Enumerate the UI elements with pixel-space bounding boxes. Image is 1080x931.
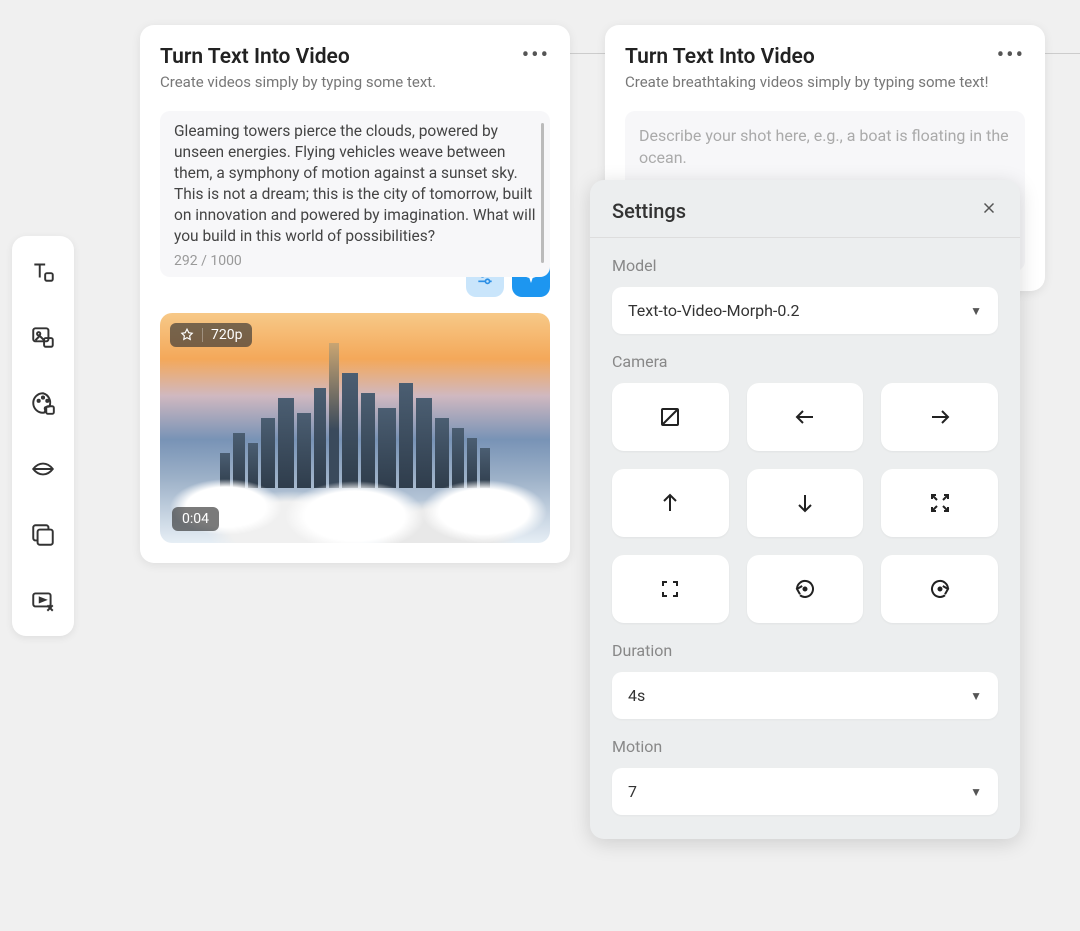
arrow-down-icon (793, 491, 817, 515)
rotate-cw-icon (928, 577, 952, 601)
motion-select[interactable]: 7 ▼ (612, 768, 998, 815)
arrow-right-icon (928, 405, 952, 429)
layers-tool[interactable] (28, 520, 58, 550)
camera-right-button[interactable] (881, 383, 998, 451)
card-header: Turn Text Into Video Create videos simpl… (160, 45, 550, 91)
duration-label: Duration (612, 641, 998, 660)
resolution-label: 720p (211, 327, 242, 343)
card-title: Turn Text Into Video (625, 45, 988, 69)
image-tool[interactable] (28, 322, 58, 352)
none-icon (658, 405, 682, 429)
model-value: Text-to-Video-Morph-0.2 (628, 301, 800, 320)
zoom-in-icon (928, 491, 952, 515)
rotate-ccw-icon (793, 577, 817, 601)
camera-grid (612, 383, 998, 623)
card-header: Turn Text Into Video Create breathtaking… (625, 45, 1025, 91)
prompt-placeholder-text: Describe your shot here, e.g., a boat is… (639, 126, 1009, 167)
star-icon (180, 328, 194, 342)
tool-sidebar (12, 236, 74, 636)
lips-tool[interactable] (28, 454, 58, 484)
arrow-left-icon (793, 405, 817, 429)
more-menu-button[interactable]: ••• (522, 45, 550, 67)
prompt-text: Gleaming towers pierce the clouds, power… (174, 121, 536, 247)
more-menu-button[interactable]: ••• (997, 45, 1025, 67)
duration-value: 4s (628, 686, 645, 705)
card-title: Turn Text Into Video (160, 45, 436, 69)
text-tool[interactable] (28, 256, 58, 286)
settings-body: Model Text-to-Video-Morph-0.2 ▼ Camera (590, 238, 1020, 839)
scrollbar[interactable] (541, 123, 544, 263)
camera-zoom-out-button[interactable] (612, 555, 729, 623)
motion-label: Motion (612, 737, 998, 756)
zoom-out-icon (658, 577, 682, 601)
camera-up-button[interactable] (612, 469, 729, 537)
chevron-down-icon: ▼ (970, 689, 982, 703)
resolution-badge[interactable]: 720p (170, 323, 252, 347)
camera-zoom-in-button[interactable] (881, 469, 998, 537)
video-preview[interactable]: 720p 0:04 (160, 313, 550, 543)
motion-value: 7 (628, 782, 637, 801)
chevron-down-icon: ▼ (970, 304, 982, 318)
camera-down-button[interactable] (747, 469, 864, 537)
clouds-graphic (160, 453, 550, 543)
settings-panel: Settings Model Text-to-Video-Morph-0.2 ▼… (590, 180, 1020, 839)
model-select[interactable]: Text-to-Video-Morph-0.2 ▼ (612, 287, 998, 334)
prompt-input-box[interactable]: Gleaming towers pierce the clouds, power… (160, 111, 550, 277)
card-subtitle: Create videos simply by typing some text… (160, 73, 436, 91)
close-icon (980, 199, 998, 217)
palette-tool[interactable] (28, 388, 58, 418)
camera-rotate-cw-button[interactable] (881, 555, 998, 623)
settings-header: Settings (590, 180, 1020, 238)
character-count: 292 / 1000 (174, 253, 536, 269)
model-label: Model (612, 256, 998, 275)
arrow-up-icon (658, 491, 682, 515)
close-button[interactable] (980, 198, 998, 223)
chevron-down-icon: ▼ (970, 785, 982, 799)
camera-left-button[interactable] (747, 383, 864, 451)
camera-none-button[interactable] (612, 383, 729, 451)
duration-badge: 0:04 (172, 507, 219, 531)
camera-rotate-ccw-button[interactable] (747, 555, 864, 623)
card-subtitle: Create breathtaking videos simply by typ… (625, 73, 988, 91)
settings-title: Settings (612, 199, 686, 223)
camera-label: Camera (612, 352, 998, 371)
text-to-video-card-left: Turn Text Into Video Create videos simpl… (140, 25, 570, 563)
video-cut-tool[interactable] (28, 586, 58, 616)
duration-select[interactable]: 4s ▼ (612, 672, 998, 719)
